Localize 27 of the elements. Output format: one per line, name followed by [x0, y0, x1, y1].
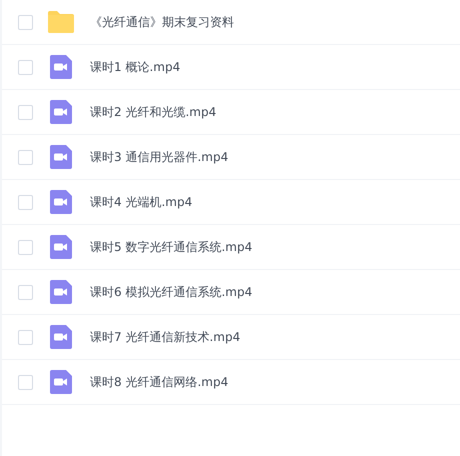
file-name[interactable]: 课时2 光纤和光缆.mp4	[90, 104, 216, 120]
video-file-icon	[50, 325, 72, 349]
checkbox[interactable]	[18, 150, 33, 164]
video-file-icon	[50, 190, 72, 214]
video-file-icon	[50, 100, 72, 124]
file-name[interactable]: 课时3 通信用光器件.mp4	[90, 148, 228, 166]
video-file-icon	[50, 280, 72, 304]
checkbox[interactable]	[18, 330, 33, 344]
checkbox[interactable]	[18, 14, 33, 30]
checkbox[interactable]	[18, 240, 33, 254]
checkbox[interactable]	[18, 194, 33, 210]
checkbox[interactable]	[18, 374, 33, 390]
file-name[interactable]: 《光纤通信》期末复习资料	[90, 14, 234, 30]
video-file-icon	[50, 370, 72, 394]
file-name[interactable]: 课时7 光纤通信新技术.mp4	[90, 328, 240, 346]
file-name[interactable]: 课时5 数字光纤通信系统.mp4	[90, 238, 252, 256]
video-file-icon	[50, 145, 72, 169]
file-name[interactable]: 课时6 模拟光纤通信系统.mp4	[90, 284, 252, 300]
checkbox[interactable]	[18, 104, 33, 120]
video-file-icon	[50, 55, 72, 79]
folder-icon	[47, 11, 75, 33]
video-file-icon	[50, 235, 72, 259]
file-name[interactable]: 课时4 光端机.mp4	[90, 194, 192, 210]
file-name[interactable]: 课时1 概论.mp4	[90, 58, 180, 76]
checkbox[interactable]	[18, 60, 33, 74]
checkbox[interactable]	[18, 284, 33, 300]
file-name[interactable]: 课时8 光纤通信网络.mp4	[90, 374, 228, 390]
